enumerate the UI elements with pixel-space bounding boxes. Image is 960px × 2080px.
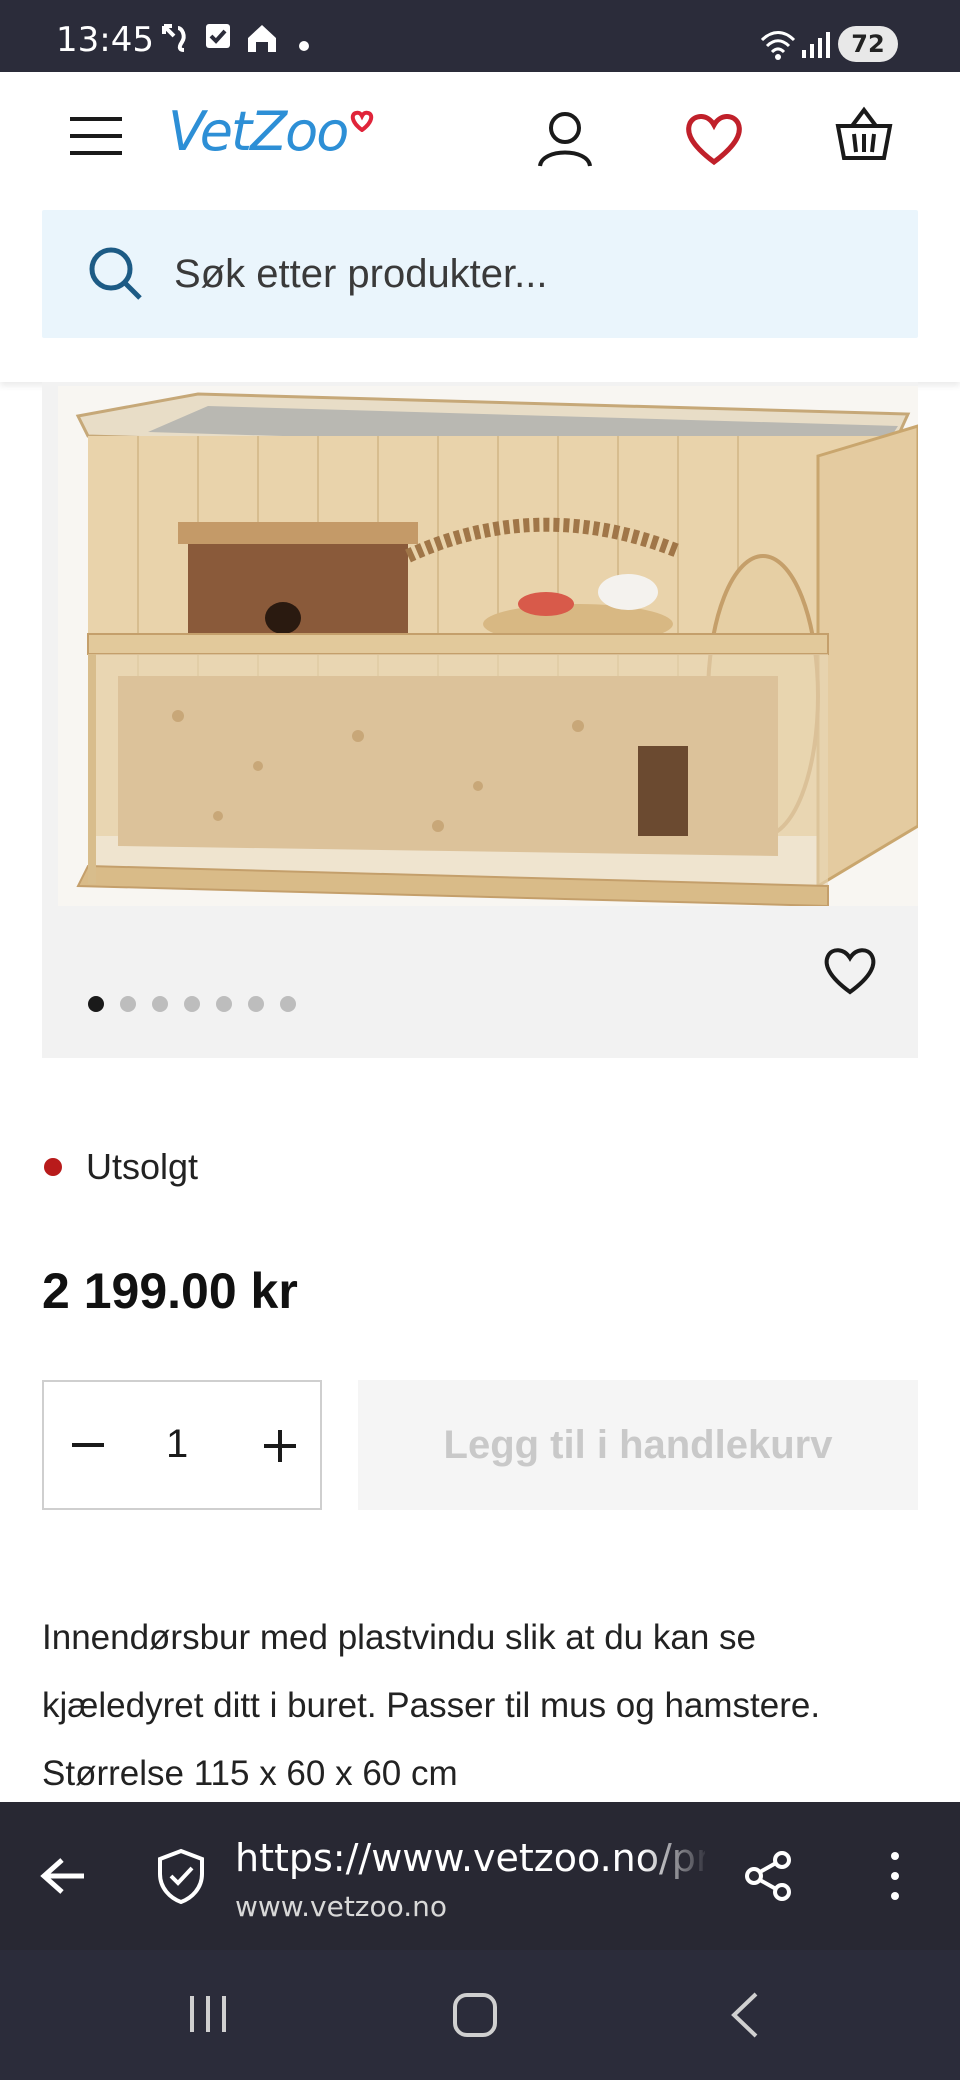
product-price: 2 199.00 kr bbox=[42, 1263, 298, 1319]
back-arrow-icon[interactable] bbox=[40, 1856, 86, 1896]
search-input[interactable] bbox=[172, 240, 876, 308]
wifi-icon bbox=[760, 31, 796, 60]
gallery-dot[interactable] bbox=[120, 996, 136, 1012]
gallery-dot[interactable] bbox=[216, 996, 232, 1012]
shield-check-icon[interactable] bbox=[156, 1848, 206, 1904]
search-icon[interactable] bbox=[88, 246, 144, 302]
back-nav-icon[interactable] bbox=[728, 1990, 760, 2040]
product-image[interactable] bbox=[58, 386, 918, 906]
status-time: 13:45 bbox=[56, 20, 154, 60]
product-description: Innendørsbur med plastvindu slik at du k… bbox=[42, 1604, 922, 1808]
user-icon[interactable] bbox=[536, 110, 594, 168]
heart-icon[interactable] bbox=[684, 112, 744, 166]
gallery-dot[interactable] bbox=[184, 996, 200, 1012]
add-to-cart-button[interactable]: Legg til i handlekurv bbox=[358, 1380, 918, 1510]
description-line: Størrelse 115 x 60 x 60 cm bbox=[42, 1754, 458, 1793]
search-bar[interactable] bbox=[42, 210, 918, 338]
favorite-heart-icon[interactable] bbox=[822, 946, 878, 996]
dot-icon bbox=[299, 41, 309, 51]
more-options-icon[interactable] bbox=[888, 1850, 902, 1902]
checkbox-icon bbox=[206, 24, 230, 48]
share-icon[interactable] bbox=[742, 1850, 794, 1902]
vetzoo-logo[interactable]: VetZoo bbox=[168, 100, 375, 163]
description-line: kjæledyret ditt i buret. Passer til mus … bbox=[42, 1686, 821, 1725]
recent-apps-icon[interactable] bbox=[186, 1994, 230, 2034]
basket-icon[interactable] bbox=[834, 106, 894, 162]
logo-heart-icon bbox=[351, 110, 374, 133]
plus-icon[interactable] bbox=[262, 1428, 298, 1464]
battery-indicator: 72 bbox=[838, 26, 898, 62]
gallery-dot[interactable] bbox=[152, 996, 168, 1012]
description-line: Innendørsbur med plastvindu slik at du k… bbox=[42, 1618, 756, 1657]
gallery-dot[interactable] bbox=[88, 996, 104, 1012]
missed-call-icon bbox=[162, 24, 186, 52]
home-icon bbox=[248, 25, 276, 52]
quantity-value[interactable]: 1 bbox=[166, 1422, 188, 1467]
gallery-dot[interactable] bbox=[280, 996, 296, 1012]
url-text[interactable]: https://www.vetzoo.no/pr bbox=[235, 1836, 705, 1880]
gallery-dot[interactable] bbox=[248, 996, 264, 1012]
logo-text: VetZoo bbox=[168, 100, 349, 163]
status-bar: 13:45 72 bbox=[0, 0, 960, 72]
menu-icon[interactable] bbox=[70, 115, 122, 157]
stock-status-dot bbox=[44, 1158, 62, 1176]
stock-status: Utsolgt bbox=[86, 1146, 199, 1187]
signal-icon bbox=[802, 32, 830, 58]
url-fade bbox=[640, 1830, 710, 1886]
home-button-icon[interactable] bbox=[452, 1992, 498, 2038]
minus-icon[interactable] bbox=[70, 1430, 106, 1460]
url-domain[interactable]: www.vetzoo.no bbox=[235, 1890, 447, 1923]
